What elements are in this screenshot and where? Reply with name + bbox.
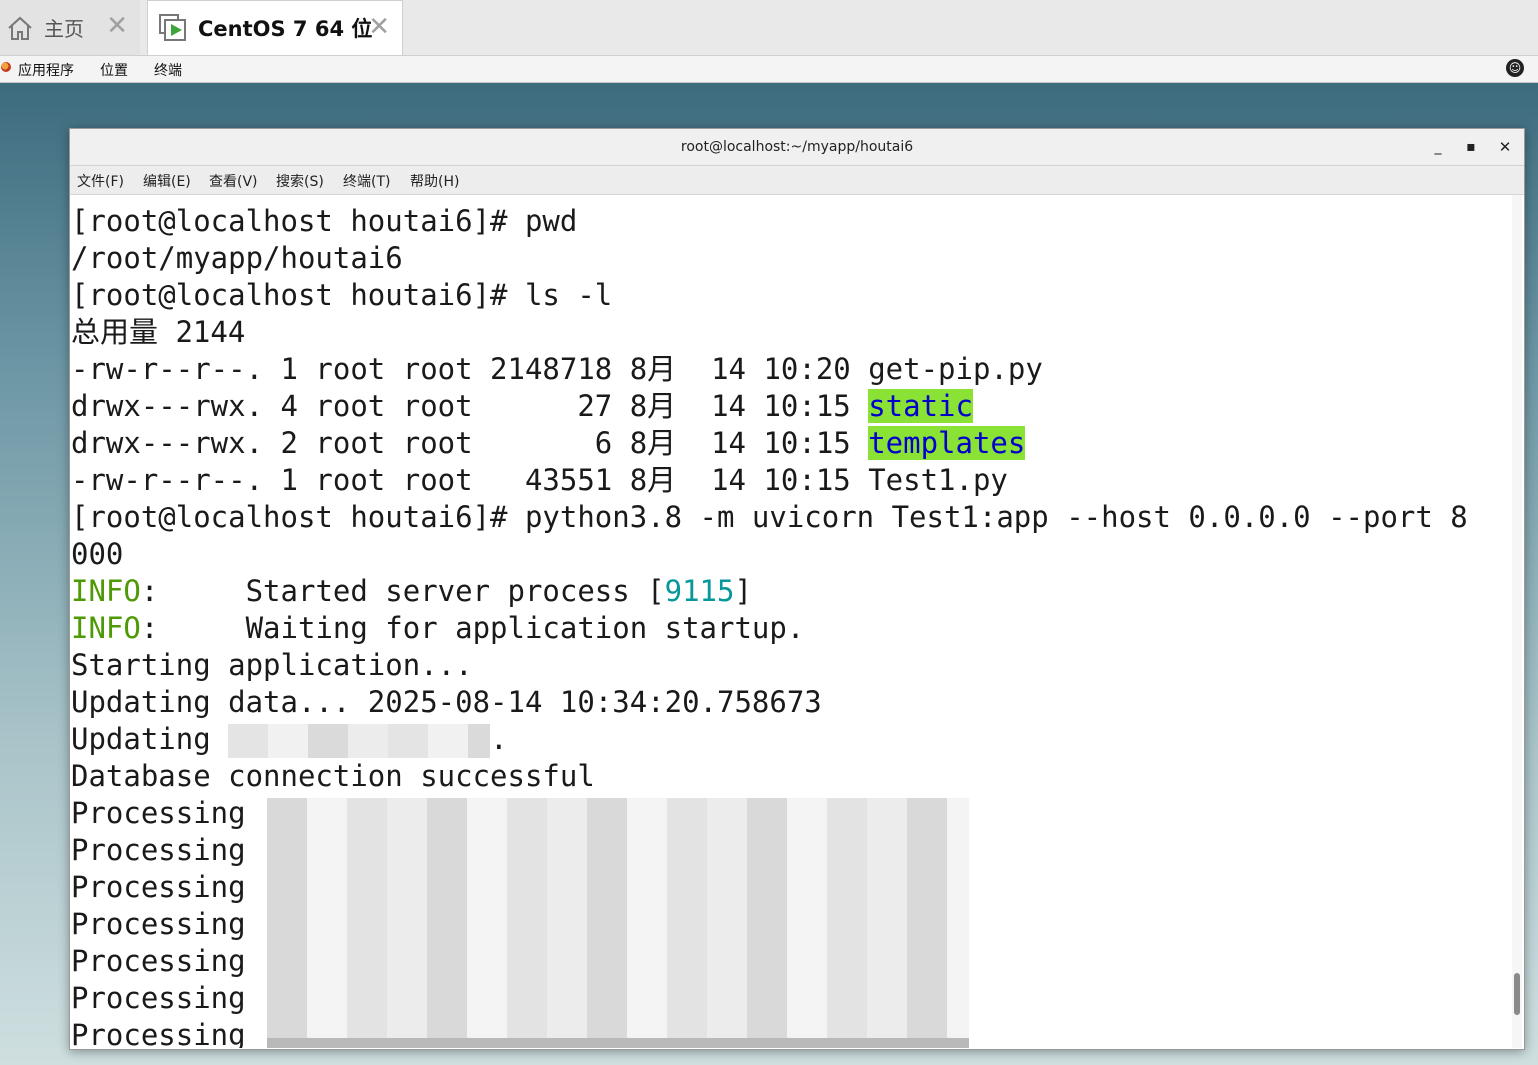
terminal-line: INFO: Waiting for application startup.	[71, 610, 804, 647]
scrollbar-thumb[interactable]	[1514, 973, 1520, 1015]
tab-home[interactable]: 主页 ✕	[0, 0, 140, 55]
close-button[interactable]: ✕	[1495, 137, 1515, 157]
tab-home-close-icon[interactable]: ✕	[106, 13, 128, 39]
log-text: ]	[734, 574, 752, 608]
vm-icon	[159, 14, 186, 41]
accessibility-icon[interactable]: ☺	[1506, 59, 1524, 77]
window-title-bar[interactable]: root@localhost:~/myapp/houtai6 _ ▪ ✕	[70, 129, 1524, 166]
gnome-top-bar: 应用程序 位置 终端 ☺	[0, 56, 1538, 83]
terminal-line: Processing	[71, 1018, 246, 1048]
info-tag: INFO	[71, 611, 141, 645]
info-tag: INFO	[71, 574, 141, 608]
terminal-line: Database connection successful	[71, 759, 595, 793]
terminal-line: 000	[71, 537, 124, 571]
terminal-line: -rw-r--r--. 1 root root 2148718 8月 14 10…	[71, 352, 1043, 386]
vm-tab-bar: 主页 ✕ CentOS 7 64 位 ✕	[0, 0, 1538, 56]
log-text: : Started server process [	[140, 574, 665, 608]
menu-terminal[interactable]: 终端(T)	[343, 171, 390, 191]
log-text: : Waiting for application startup.	[140, 611, 805, 645]
redacted-text	[228, 724, 491, 758]
terminal-line: Processing	[71, 833, 246, 867]
menu-view[interactable]: 查看(V)	[209, 171, 258, 191]
terminal-line: drwx---rwx. 2 root root 6 8月 14 10:15 te…	[71, 425, 1026, 462]
log-text: .	[490, 722, 508, 756]
menu-places[interactable]: 位置	[100, 60, 128, 80]
terminal-line: 总用量 2144	[71, 315, 246, 349]
process-id: 9115	[664, 574, 735, 608]
dir-static: static	[868, 389, 973, 423]
home-icon	[8, 16, 32, 40]
window-title: root@localhost:~/myapp/houtai6	[680, 139, 914, 155]
terminal-line: Updating .	[71, 721, 508, 758]
menu-applications[interactable]: 应用程序	[18, 60, 74, 80]
terminal-line: /root/myapp/houtai6	[71, 241, 403, 275]
terminal-line: Updating data... 2025-08-14 10:34:20.758…	[71, 685, 822, 719]
tab-centos-close-icon[interactable]: ✕	[368, 14, 390, 40]
terminal-window: root@localhost:~/myapp/houtai6 _ ▪ ✕ 文件(…	[69, 128, 1525, 1050]
terminal-line: Processing	[71, 870, 246, 904]
terminal-menu-bar: 文件(F) 编辑(E) 查看(V) 搜索(S) 终端(T) 帮助(H)	[70, 166, 1524, 195]
ls-entry: drwx---rwx. 4 root root 27 8月 14 10:15	[71, 389, 869, 423]
tab-centos-label: CentOS 7 64 位	[198, 17, 373, 41]
terminal-output[interactable]: [root@localhost houtai6]# pwd /root/myap…	[71, 195, 1510, 1048]
terminal-line: Processing	[71, 944, 246, 978]
apps-icon	[1, 62, 11, 72]
menu-file[interactable]: 文件(F)	[77, 171, 124, 191]
tab-centos[interactable]: CentOS 7 64 位 ✕	[147, 0, 403, 55]
terminal-line: [root@localhost houtai6]# pwd	[71, 204, 578, 238]
dir-templates: templates	[868, 426, 1026, 460]
menu-search[interactable]: 搜索(S)	[276, 171, 324, 191]
redacted-region-edge	[267, 1038, 969, 1048]
terminal-line: Starting application...	[71, 648, 473, 682]
terminal-line: [root@localhost houtai6]# ls -l	[71, 278, 613, 312]
terminal-line: Processing	[71, 796, 246, 830]
log-text: Updating	[71, 722, 229, 756]
terminal-line: Processing	[71, 907, 246, 941]
tab-home-label: 主页	[44, 17, 84, 41]
terminal-scrollbar[interactable]	[1512, 195, 1522, 1048]
terminal-line: [root@localhost houtai6]# python3.8 -m u…	[71, 500, 1468, 534]
terminal-line: INFO: Started server process [9115]	[71, 573, 752, 610]
menu-terminal[interactable]: 终端	[154, 60, 182, 80]
terminal-line: -rw-r--r--. 1 root root 43551 8月 14 10:1…	[71, 463, 1008, 497]
terminal-line: Processing	[71, 981, 246, 1015]
terminal-line: drwx---rwx. 4 root root 27 8月 14 10:15 s…	[71, 388, 973, 425]
menu-edit[interactable]: 编辑(E)	[143, 171, 191, 191]
menu-help[interactable]: 帮助(H)	[410, 171, 459, 191]
ls-entry: drwx---rwx. 2 root root 6 8月 14 10:15	[71, 426, 869, 460]
minimize-button[interactable]: _	[1428, 137, 1448, 157]
maximize-button[interactable]: ▪	[1461, 137, 1481, 157]
redacted-region	[267, 798, 969, 1048]
